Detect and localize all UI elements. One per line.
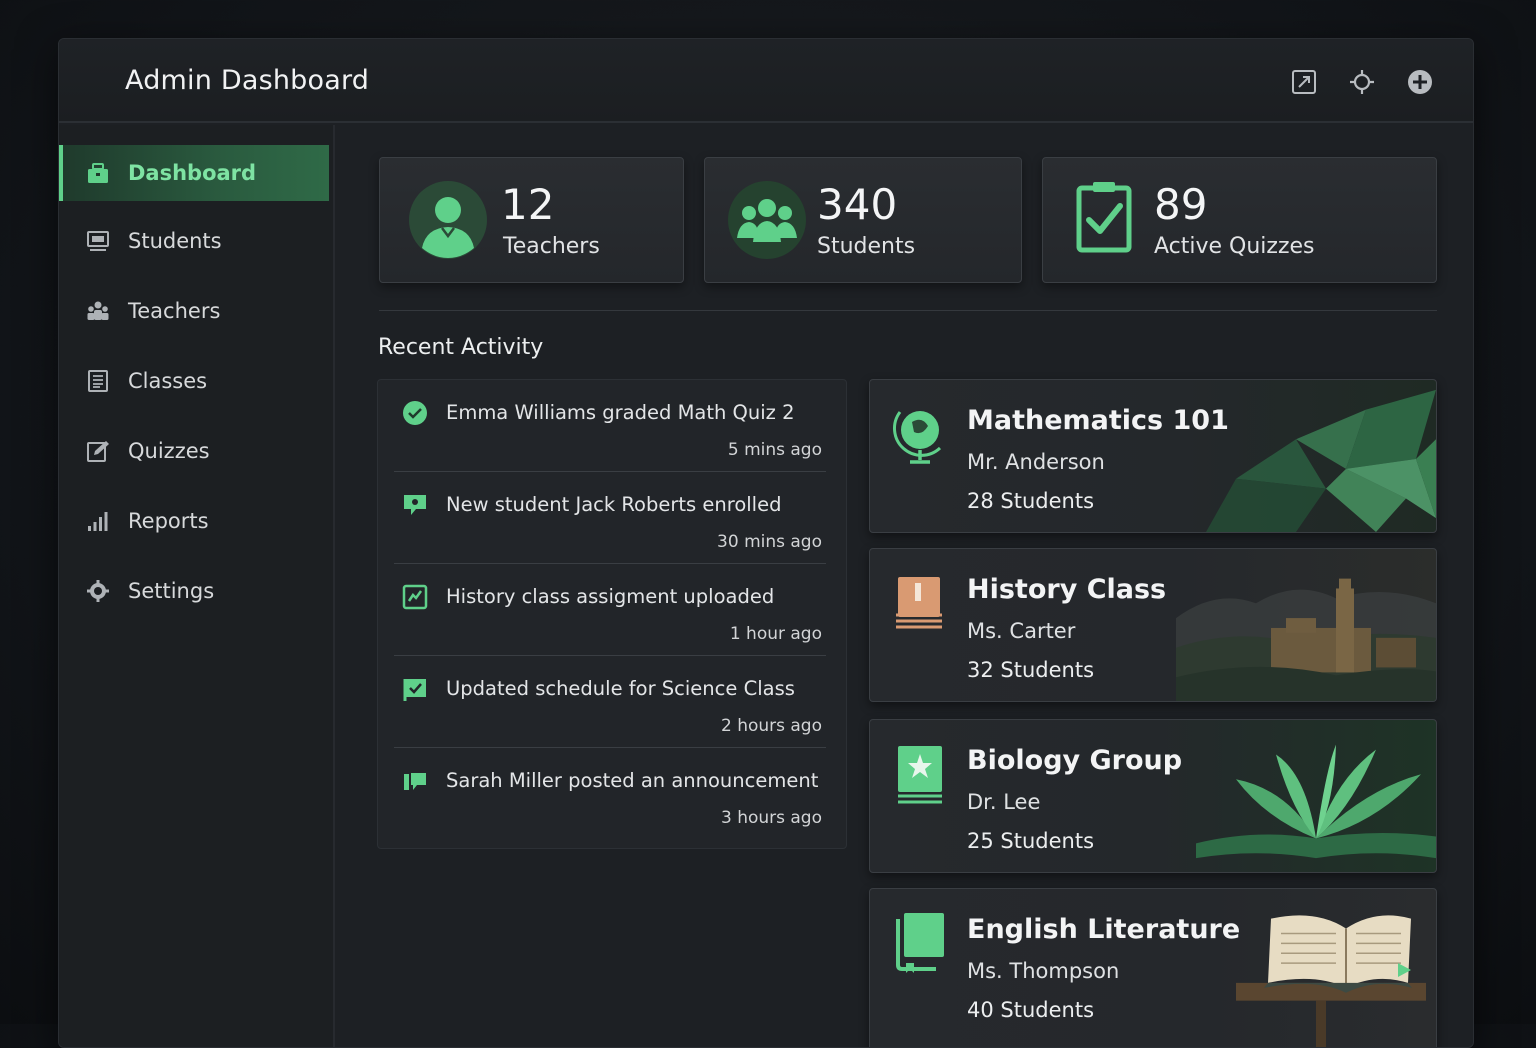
sidebar-item-classes[interactable]: Classes [59,353,329,409]
monitor-icon [85,228,111,254]
sidebar-item-label: Students [128,229,222,253]
clipboard-check-icon [1071,180,1151,260]
sidebar-item-reports[interactable]: Reports [59,493,329,549]
briefcase-icon [85,160,111,186]
sidebar-item-label: Quizzes [128,439,210,463]
sidebar-item-label: Teachers [128,299,221,323]
add-circle-icon[interactable] [1405,67,1435,97]
activity-item[interactable]: Updated schedule for Science Class 2 hou… [394,656,826,748]
activity-text: History class assigment uploaded [446,585,775,608]
activity-item[interactable]: Emma Williams graded Math Quiz 2 5 mins … [394,380,826,472]
sidebar-item-label: Settings [128,579,215,603]
activity-time: 30 mins ago [717,532,822,552]
geometric-art [1206,389,1436,532]
check-circle-icon [402,400,428,426]
page-title: Admin Dashboard [125,65,370,96]
sidebar-item-quizzes[interactable]: Quizzes [59,423,329,479]
course-card-history[interactable]: History Class Ms. Carter 32 Students [869,548,1437,702]
course-teacher: Ms. Thompson [967,959,1120,983]
activity-time: 1 hour ago [729,624,822,644]
bar-chart-icon [85,508,111,534]
activity-time: 3 hours ago [720,808,822,828]
course-student-count: 28 Students [967,489,1095,513]
activity-item[interactable]: History class assigment uploaded 1 hour … [394,564,826,656]
students-group-icon [727,180,807,260]
activity-item[interactable]: Sarah Miller posted an announcement 3 ho… [394,748,826,840]
stat-card-active-quizzes[interactable]: 89 Active Quizzes [1042,157,1437,283]
stat-label: Active Quizzes [1154,234,1315,259]
globe-icon [892,402,950,466]
course-student-count: 25 Students [967,829,1095,853]
sidebar-item-dashboard[interactable]: Dashboard [59,145,329,201]
app-window: Admin Dashboard Dashboard Students Teach… [58,38,1474,1048]
teacher-avatar-icon [408,180,488,260]
stat-card-students[interactable]: 340 Students [704,157,1022,283]
course-name: English Literature [967,914,1241,945]
announcement-icon [402,768,428,794]
checked-flag-icon [402,676,428,702]
activity-text: Updated schedule for Science Class [446,677,795,700]
edit-icon [85,438,111,464]
sidebar: Dashboard Students Teachers Classes Quiz… [59,125,335,1047]
people-icon [85,298,111,324]
recent-activity-title: Recent Activity [378,335,544,360]
star-book-icon [892,742,950,806]
stat-value: 12 [501,180,555,229]
activity-time: 5 mins ago [727,440,822,460]
activity-item[interactable]: New student Jack Roberts enrolled 30 min… [394,472,826,564]
course-name: Mathematics 101 [967,405,1229,436]
course-teacher: Mr. Anderson [967,450,1105,474]
open-book-art [1196,744,1436,859]
settings-gear-icon[interactable] [1347,67,1377,97]
book-stand-art [1236,915,1426,1047]
stat-label: Students [817,234,916,259]
course-student-count: 40 Students [967,998,1095,1022]
course-teacher: Ms. Carter [967,619,1076,643]
activity-time: 2 hours ago [720,716,822,736]
chat-bubble-icon [402,492,428,518]
course-card-biology[interactable]: Biology Group Dr. Lee 25 Students [869,719,1437,873]
castle-landscape-art [1176,578,1436,701]
stat-card-teachers[interactable]: 12 Teachers [379,157,684,283]
stat-value: 89 [1154,180,1208,229]
activity-text: Sarah Miller posted an announcement [446,769,819,792]
course-student-count: 32 Students [967,658,1095,682]
sidebar-item-students[interactable]: Students [59,213,329,269]
stat-label: Teachers [503,234,600,259]
sidebar-item-teachers[interactable]: Teachers [59,283,329,339]
header-actions [1289,67,1435,97]
activity-text: Emma Williams graded Math Quiz 2 [446,401,795,424]
upload-box-icon [402,584,428,610]
course-name: Biology Group [967,745,1183,776]
header-bar: Admin Dashboard [59,39,1473,123]
sidebar-item-label: Classes [128,369,208,393]
course-card-mathematics[interactable]: Mathematics 101 Mr. Anderson 28 Students [869,379,1437,533]
section-divider [379,310,1437,311]
expand-icon[interactable] [1289,67,1319,97]
sidebar-item-label: Reports [128,509,209,533]
stat-value: 340 [817,180,898,229]
sidebar-item-label: Dashboard [128,161,257,185]
sidebar-item-settings[interactable]: Settings [59,563,329,619]
course-card-english-literature[interactable]: English Literature Ms. Thompson 40 Stude… [869,888,1437,1047]
books-icon [892,911,950,975]
book-stack-icon [892,571,950,635]
document-list-icon [85,368,111,394]
course-name: History Class [967,574,1167,605]
course-teacher: Dr. Lee [967,790,1041,814]
activity-panel: Emma Williams graded Math Quiz 2 5 mins … [377,379,847,849]
activity-text: New student Jack Roberts enrolled [446,493,782,516]
gear-icon [85,578,111,604]
